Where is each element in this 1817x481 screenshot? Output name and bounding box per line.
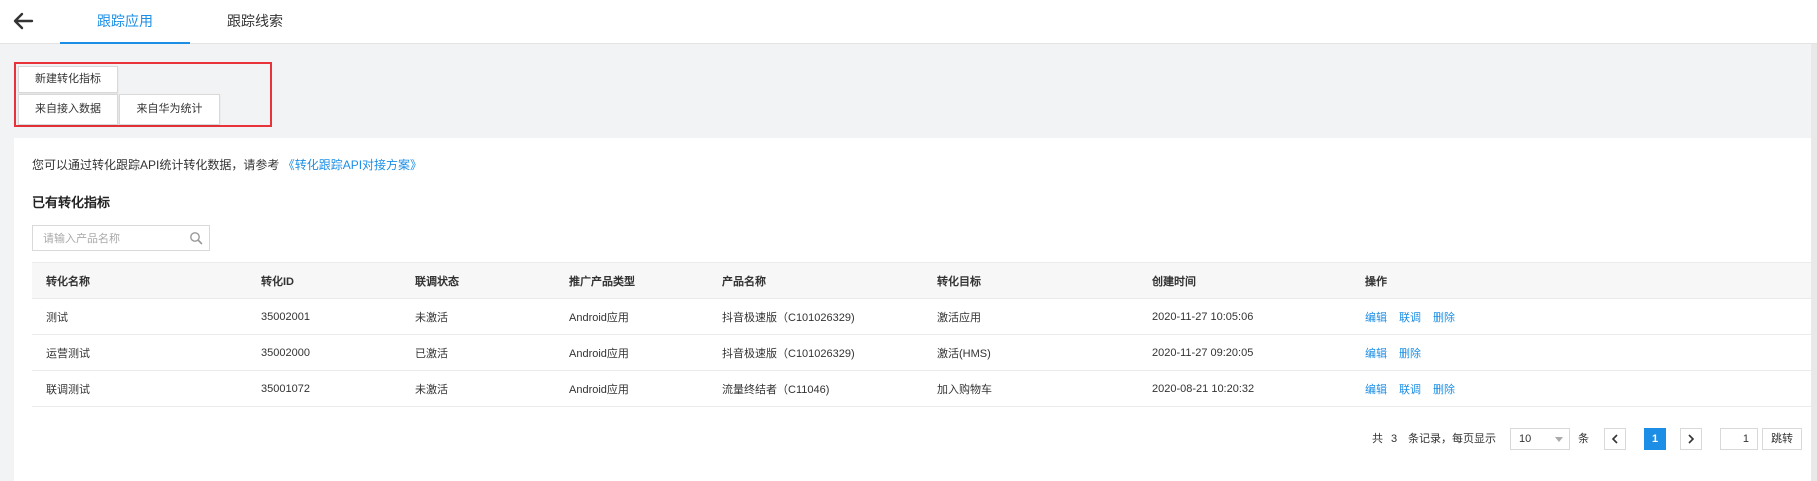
table-row: 运营测试 35002000 已激活 Android应用 抖音极速版（C10102… [32,334,1817,371]
col-header-status: 联调状态 [401,262,555,299]
info-message: 您可以通过转化跟踪API统计转化数据，请参考 [32,158,280,172]
section-title: 已有转化指标 [32,195,111,210]
debug-link[interactable]: 联调 [1399,384,1421,396]
api-doc-link[interactable]: 《转化跟踪API对接方案》 [283,158,422,172]
tab-tracking-leads[interactable]: 跟踪线索 [205,0,305,44]
cell-status: 已激活 [401,334,555,371]
chevron-right-icon [1688,434,1695,444]
pagination-total-prefix: 共 [1372,433,1383,445]
page-size-select[interactable]: 10 [1510,428,1570,450]
chevron-down-icon [1555,437,1563,442]
cell-name: 联调测试 [32,370,247,407]
delete-link[interactable]: 删除 [1399,348,1421,360]
new-conversion-button[interactable]: 新建转化指标 [18,66,118,93]
info-text: 您可以通过转化跟踪API统计转化数据，请参考 《转化跟踪API对接方案》 [32,156,422,173]
product-search-input[interactable] [41,227,185,251]
from-huawei-stats-option[interactable]: 来自华为统计 [119,94,220,125]
vertical-scrollbar[interactable] [1811,44,1817,481]
cell-time: 2020-11-27 10:05:06 [1138,298,1351,335]
cell-time: 2020-08-21 10:20:32 [1138,370,1351,407]
cell-type: Android应用 [555,334,708,371]
debug-link[interactable]: 联调 [1399,312,1421,324]
from-access-data-option[interactable]: 来自接入数据 [18,94,118,125]
cell-type: Android应用 [555,370,708,407]
cell-actions: 编辑 联调 删除 [1351,370,1817,407]
prev-page-button[interactable] [1604,428,1626,450]
chevron-left-icon [1611,434,1618,444]
cell-time: 2020-11-27 09:20:05 [1138,334,1351,371]
tab-tracking-apps[interactable]: 跟踪应用 [60,0,190,44]
cell-status: 未激活 [401,298,555,335]
col-header-name: 转化名称 [32,262,247,299]
col-header-target: 转化目标 [923,262,1138,299]
col-header-actions: 操作 [1351,262,1817,299]
cell-product: 抖音极速版（C101026329) [708,298,923,335]
col-header-time: 创建时间 [1138,262,1351,299]
edit-link[interactable]: 编辑 [1365,348,1387,360]
pagination-total-suffix: 条记录，每页显示 [1408,433,1496,445]
cell-target: 激活应用 [923,298,1138,335]
cell-id: 35002001 [247,298,401,335]
cell-actions: 编辑 删除 [1351,334,1817,371]
cell-product: 抖音极速版（C101026329) [708,334,923,371]
jump-page-input[interactable]: 1 [1720,428,1758,450]
next-page-button[interactable] [1680,428,1702,450]
cell-name: 测试 [32,298,247,335]
cell-target: 激活(HMS) [923,334,1138,371]
cell-type: Android应用 [555,298,708,335]
cell-status: 未激活 [401,370,555,407]
cell-id: 35002000 [247,334,401,371]
back-arrow-icon[interactable] [10,6,40,36]
delete-link[interactable]: 删除 [1433,384,1455,396]
search-box [32,225,210,251]
cell-actions: 编辑 联调 删除 [1351,298,1817,335]
conversion-table: 转化名称 转化ID 联调状态 推广产品类型 产品名称 转化目标 创建时间 操作 … [32,262,1817,407]
col-header-id: 转化ID [247,262,401,299]
page-size-value: 10 [1519,433,1532,445]
cell-id: 35001072 [247,370,401,407]
pagination: 共 3 条记录，每页显示 10 条 1 1 跳转 [0,428,1817,450]
cell-target: 加入购物车 [923,370,1138,407]
page-1-button[interactable]: 1 [1644,428,1666,450]
delete-link[interactable]: 删除 [1433,312,1455,324]
table-row: 测试 35002001 未激活 Android应用 抖音极速版（C1010263… [32,298,1817,335]
col-header-product: 产品名称 [708,262,923,299]
col-header-type: 推广产品类型 [555,262,708,299]
new-conversion-dropdown: 新建转化指标 来自接入数据 来自华为统计 [14,62,272,127]
search-icon[interactable] [189,231,203,245]
pagination-unit: 条 [1578,433,1589,445]
jump-button[interactable]: 跳转 [1762,428,1802,450]
table-row: 联调测试 35001072 未激活 Android应用 流量终结者（C11046… [32,370,1817,407]
edit-link[interactable]: 编辑 [1365,384,1387,396]
top-bar: 跟踪应用 跟踪线索 [0,0,1817,44]
table-header-row: 转化名称 转化ID 联调状态 推广产品类型 产品名称 转化目标 创建时间 操作 [32,262,1817,299]
cell-product: 流量终结者（C11046) [708,370,923,407]
cell-name: 运营测试 [32,334,247,371]
edit-link[interactable]: 编辑 [1365,312,1387,324]
pagination-total-count: 3 [1391,433,1398,445]
